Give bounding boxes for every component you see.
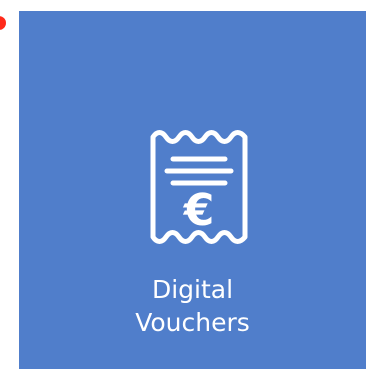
tile-label: Digital Vouchers bbox=[19, 273, 366, 339]
tile-label-line1: Digital bbox=[151, 275, 234, 304]
digital-vouchers-tile[interactable]: € Digital Vouchers bbox=[19, 11, 366, 369]
receipt-euro-icon: € bbox=[149, 121, 249, 253]
tile-label-line2: Vouchers bbox=[135, 308, 250, 337]
notification-badge bbox=[0, 16, 6, 30]
svg-text:€: € bbox=[183, 185, 215, 236]
page: € Digital Vouchers bbox=[0, 0, 370, 378]
